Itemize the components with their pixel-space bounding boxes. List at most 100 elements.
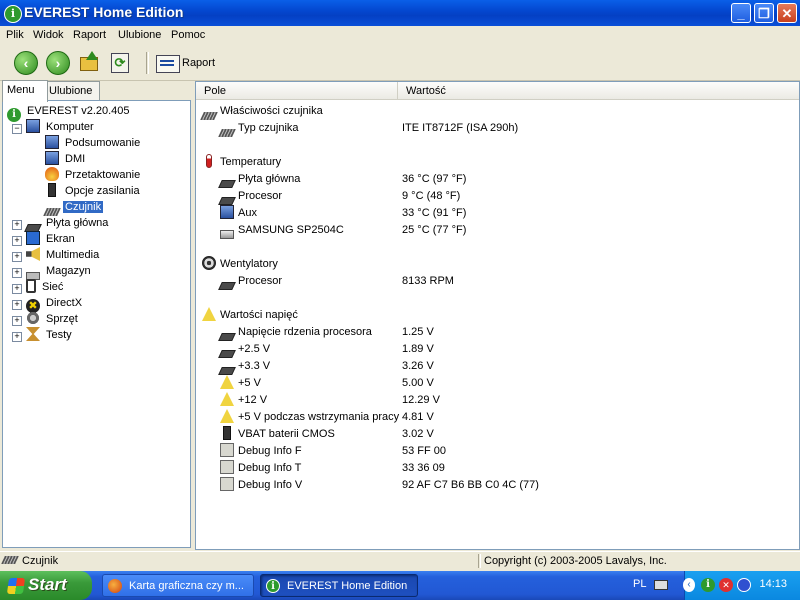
status-divider (478, 554, 481, 568)
minimize-button[interactable]: _ (731, 3, 751, 23)
navigation-tree: i EVEREST v2.20.405 − Komputer Podsumowan… (2, 100, 191, 548)
sensor-icon (200, 112, 218, 120)
language-indicator[interactable]: PL (633, 578, 646, 590)
menu-bar: Plik Widok Raport Ulubione Pomoc (0, 26, 800, 46)
warning-icon (220, 375, 234, 389)
fire-icon (45, 167, 59, 181)
start-button[interactable]: Start (0, 571, 92, 600)
tab-ulubione[interactable]: Ulubione (44, 81, 100, 101)
tree-item-przetaktowanie[interactable]: Przetaktowanie (45, 167, 142, 183)
report-label: Raport (182, 57, 216, 69)
section-header[interactable]: Wentylatory (196, 256, 799, 273)
list-item[interactable]: Aux 33 °C (91 °F) (196, 205, 799, 222)
tree-expander-sprzet[interactable]: + (12, 316, 22, 326)
tree-item-directx[interactable]: ✖ DirectX (26, 295, 84, 313)
section-header[interactable]: Wartości napięć (196, 307, 799, 324)
up-button[interactable] (78, 51, 102, 75)
tree-item-czujnik[interactable]: Czujnik (43, 199, 104, 216)
tree-item-plyta-glowna[interactable]: Płyta główna (24, 215, 110, 232)
list-item[interactable]: Debug Info T 33 36 09 (196, 460, 799, 477)
list-item[interactable]: Napięcie rdzenia procesora 1.25 V (196, 324, 799, 341)
tree-item-dmi[interactable]: DMI (45, 151, 87, 167)
tree-item-opcje-zasilania[interactable]: Opcje zasilania (45, 183, 142, 199)
column-header-value[interactable]: Wartość (398, 82, 799, 100)
warning-icon (220, 392, 234, 406)
list-item[interactable]: Procesor 9 °C (48 °F) (196, 188, 799, 205)
tree-expander-testy[interactable]: + (12, 332, 22, 342)
tree-expander-directx[interactable]: + (12, 300, 22, 310)
clock[interactable]: 14:13 (759, 578, 787, 590)
menu-pomoc[interactable]: Pomoc (171, 29, 205, 41)
tree-expander-ekran[interactable]: + (12, 236, 22, 246)
taskbar-item-everest[interactable]: i EVEREST Home Edition (260, 574, 418, 597)
list-item[interactable]: Debug Info V 92 AF C7 B6 BB C0 4C (77) (196, 477, 799, 494)
toolbar: ‹ › ⟳ Raport (0, 46, 800, 81)
debug-icon (220, 460, 234, 474)
tree-expander-multimedia[interactable]: + (12, 252, 22, 262)
info-icon: i (4, 5, 22, 23)
tree-expander-komputer[interactable]: − (12, 124, 22, 134)
hourglass-icon (26, 327, 40, 341)
cpu-icon (218, 367, 236, 375)
list-item[interactable]: Typ czujnika ITE IT8712F (ISA 290h) (196, 120, 799, 137)
computer-icon (220, 205, 234, 219)
tab-menu[interactable]: Menu (2, 80, 48, 102)
cpu-icon (218, 197, 236, 205)
taskbar-item-firefox[interactable]: Karta graficzna czy m... (102, 574, 254, 597)
list-item[interactable]: Płyta główna 36 °C (97 °F) (196, 171, 799, 188)
section-header[interactable]: Właściwości czujnika (196, 103, 799, 120)
section-header[interactable]: Temperatury (196, 154, 799, 171)
list-item[interactable]: Procesor 8133 RPM (196, 273, 799, 290)
arrow-right-icon: › (46, 51, 70, 75)
list-item[interactable]: +12 V 12.29 V (196, 392, 799, 409)
tree-item-everest[interactable]: i EVEREST v2.20.405 (7, 103, 132, 122)
back-button[interactable]: ‹ (14, 51, 38, 75)
cpu-icon (218, 333, 236, 341)
tree-item-testy[interactable]: Testy (26, 327, 74, 343)
system-tray: ‹ i ✕ 14:13 (683, 571, 800, 600)
maximize-button[interactable]: ❐ (754, 3, 774, 23)
tree-expander-magazyn[interactable]: + (12, 268, 22, 278)
tree-item-magazyn[interactable]: Magazyn (26, 263, 93, 280)
chevron-left-icon[interactable]: ‹ (683, 578, 695, 592)
computer-icon (26, 119, 40, 133)
close-button[interactable]: ✕ (777, 3, 797, 23)
list-item[interactable]: +5 V podczas wstrzymania pracy 4.81 V (196, 409, 799, 426)
tree-item-ekran[interactable]: Ekran (26, 231, 77, 247)
warning-icon (202, 307, 216, 321)
list-item[interactable]: +2.5 V 1.89 V (196, 341, 799, 358)
debug-icon (220, 477, 234, 491)
keyboard-icon[interactable] (654, 580, 668, 590)
info-icon[interactable]: i (701, 578, 715, 592)
menu-ulubione[interactable]: Ulubione (118, 29, 161, 41)
menu-plik[interactable]: Plik (6, 29, 24, 41)
security-alert-icon[interactable]: ✕ (719, 578, 733, 592)
column-header-field[interactable]: Pole (196, 82, 398, 100)
list-item[interactable]: +5 V 5.00 V (196, 375, 799, 392)
copyright-text: Copyright (c) 2003-2005 Lavalys, Inc. (484, 555, 667, 567)
tree-item-podsumowanie[interactable]: Podsumowanie (45, 135, 142, 151)
warning-icon (220, 409, 234, 423)
tree-item-komputer[interactable]: Komputer (26, 119, 96, 135)
tree-expander-siec[interactable]: + (12, 284, 22, 294)
list-item[interactable]: Debug Info F 53 FF 00 (196, 443, 799, 460)
tree-item-siec[interactable]: Sieć (26, 279, 65, 295)
menu-widok[interactable]: Widok (33, 29, 64, 41)
device-icon (26, 311, 40, 325)
battery-icon (223, 426, 231, 440)
computer-icon (45, 151, 59, 165)
refresh-button[interactable]: ⟳ (109, 51, 133, 75)
forward-button[interactable]: › (46, 51, 70, 75)
list-item[interactable]: SAMSUNG SP2504C 25 °C (77 °F) (196, 222, 799, 239)
info-icon: i (7, 108, 21, 122)
details-list: Pole Wartość Właściwości czujnika Typ cz… (195, 81, 800, 550)
menu-raport[interactable]: Raport (73, 29, 106, 41)
tree-item-multimedia[interactable]: Multimedia (26, 247, 101, 263)
list-item[interactable]: VBAT baterii CMOS 3.02 V (196, 426, 799, 443)
tree-item-sprzet[interactable]: Sprzęt (26, 311, 80, 327)
antivirus-icon[interactable] (737, 578, 751, 592)
cpu-icon (218, 282, 236, 290)
tree-expander-plyta[interactable]: + (12, 220, 22, 230)
list-item[interactable]: +3.3 V 3.26 V (196, 358, 799, 375)
sensor-icon (1, 556, 19, 564)
